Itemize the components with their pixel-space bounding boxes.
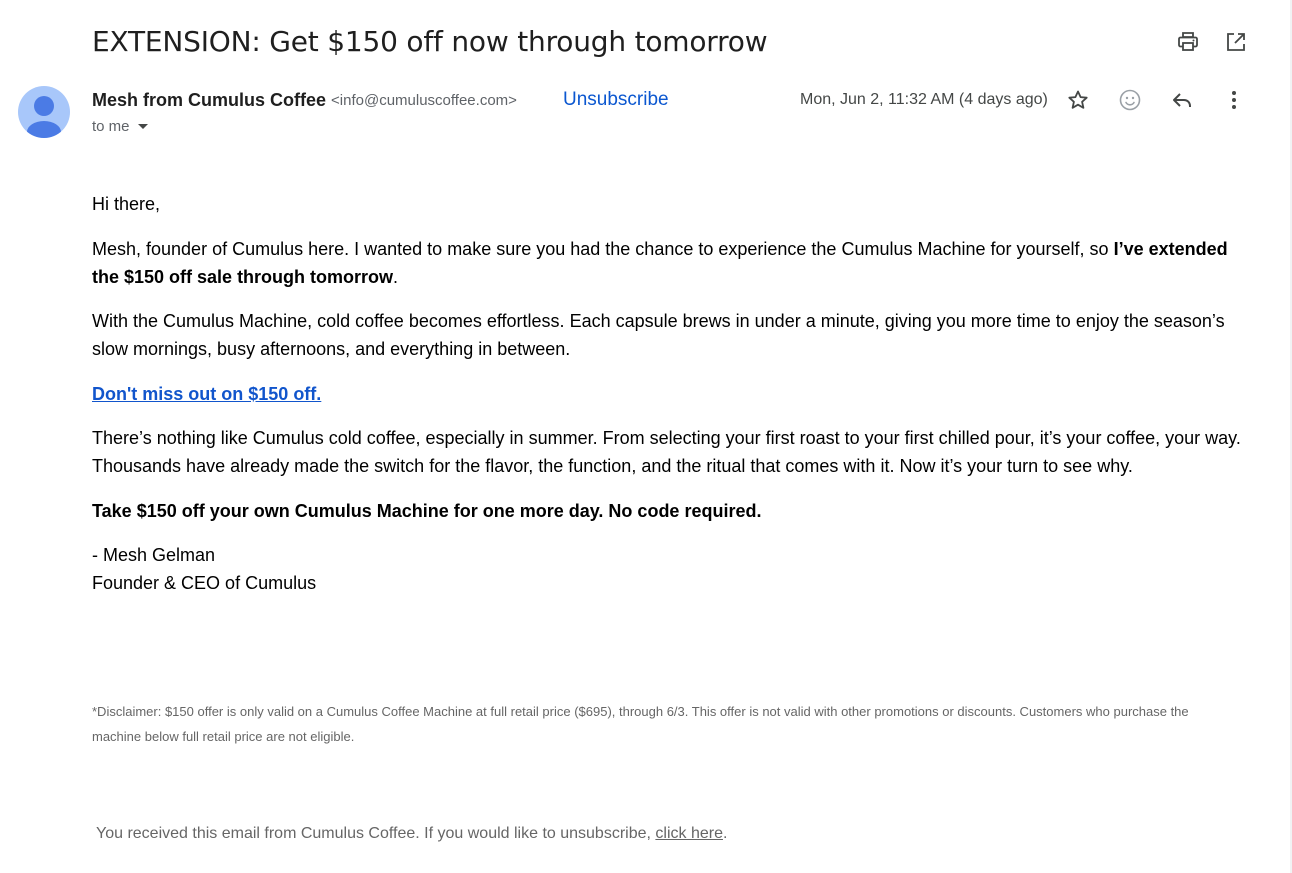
signature: - Mesh Gelman Founder & CEO of Cumulus: [92, 541, 1257, 597]
cta-link[interactable]: Don't miss out on $150 off.: [92, 384, 321, 404]
intro-text: Mesh, founder of Cumulus here. I wanted …: [92, 238, 1114, 259]
default-avatar-icon: [27, 96, 61, 138]
top-actions: [1170, 26, 1254, 58]
signature-name: - Mesh Gelman: [92, 545, 216, 565]
intro-paragraph: Mesh, founder of Cumulus here. I wanted …: [92, 235, 1257, 291]
open-in-new-window-button[interactable]: [1218, 26, 1254, 58]
offer-paragraph: Take $150 off your own Cumulus Machine f…: [92, 497, 1257, 525]
cta-paragraph: Don't miss out on $150 off.: [92, 380, 1257, 408]
email-subject: EXTENSION: Get $150 off now through tomo…: [92, 25, 768, 58]
disclaimer: *Disclaimer: $150 offer is only valid on…: [92, 704, 1189, 744]
sender-email: <info@cumuluscoffee.com>: [331, 91, 517, 109]
reply-button[interactable]: [1164, 84, 1200, 116]
recipient-label: to me: [92, 117, 130, 135]
sender-line: Mesh from Cumulus Coffee <info@cumulusco…: [92, 86, 517, 114]
summer-paragraph: There’s nothing like Cumulus cold coffee…: [92, 428, 1241, 476]
footer-unsubscribe-link[interactable]: click here: [655, 825, 723, 842]
message-actions: [1060, 84, 1252, 116]
sender-avatar[interactable]: [18, 86, 70, 138]
sender-name[interactable]: Mesh from Cumulus Coffee: [92, 90, 326, 111]
footer-text: You received this email from Cumulus Cof…: [96, 825, 656, 842]
intro-end: .: [393, 266, 399, 287]
footer: You received this email from Cumulus Cof…: [96, 822, 727, 846]
more-options-button[interactable]: [1216, 84, 1252, 116]
open-in-new-window-icon: [1227, 33, 1245, 51]
email-body: Hi there, Mesh, founder of Cumulus here.…: [92, 190, 1257, 614]
greeting: Hi there,: [92, 194, 161, 214]
star-icon: [1068, 90, 1088, 109]
print-button[interactable]: [1170, 26, 1206, 58]
email-date: Mon, Jun 2, 11:32 AM (4 days ago): [800, 91, 1048, 108]
unsubscribe-link[interactable]: Unsubscribe: [563, 86, 669, 114]
recipient-details-toggle[interactable]: to me: [92, 114, 148, 138]
signature-title: Founder & CEO of Cumulus: [92, 573, 317, 593]
more-vert-icon: [1232, 91, 1236, 109]
chevron-down-icon: [137, 123, 148, 129]
emoji-reaction-button[interactable]: [1112, 84, 1148, 116]
emoji-reaction-icon: [1119, 89, 1141, 111]
reply-icon: [1173, 93, 1191, 107]
star-button[interactable]: [1060, 84, 1096, 116]
print-icon: [1178, 32, 1198, 51]
machine-paragraph: With the Cumulus Machine, cold coffee be…: [92, 311, 1225, 359]
offer-bold-text: Take $150 off your own Cumulus Machine f…: [92, 500, 762, 521]
footer-end: .: [722, 825, 728, 842]
